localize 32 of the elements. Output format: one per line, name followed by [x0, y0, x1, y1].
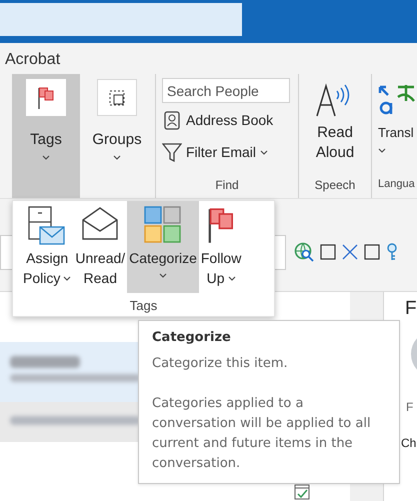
key-icon	[386, 243, 398, 261]
category-grid-icon	[144, 206, 182, 244]
menu-button[interactable]: Categorize	[127, 201, 199, 293]
blurred-text	[10, 356, 80, 368]
address-book-icon	[164, 110, 180, 130]
sender-text: F	[406, 400, 414, 414]
search-field[interactable]: Search People	[162, 78, 290, 103]
group-label: Tags	[128, 297, 158, 313]
tooltip-text: Categorize this item.	[152, 355, 289, 373]
message-subject: F	[405, 298, 417, 320]
checkbox-icon	[320, 244, 336, 260]
envelope-icon	[81, 206, 120, 240]
ribbon-tab[interactable]: Acrobat	[0, 43, 417, 74]
tooltip-title: Categorize	[152, 329, 232, 347]
filter-icon	[162, 142, 182, 162]
message-text: Ch	[401, 436, 417, 450]
search-box[interactable]	[0, 3, 242, 36]
checkbox-icon	[364, 244, 380, 260]
globe-search-icon	[294, 242, 314, 262]
translate-icon	[378, 83, 415, 117]
flag-icon	[36, 86, 56, 110]
ribbon-button[interactable]: Transl	[378, 74, 415, 178]
cabinet-envelope-icon	[27, 206, 68, 246]
ribbon-button[interactable]: Filter Email	[162, 137, 292, 167]
menu-button[interactable]: Follow Up	[198, 201, 244, 293]
tooltip-text: Categories applied to a conversation will be applied to all current and future items in the conversation.	[152, 395, 372, 473]
close-icon	[342, 244, 358, 260]
group-label: Find	[214, 178, 240, 194]
group-label: Speech	[314, 178, 356, 194]
ribbon-button[interactable]: Address Book	[162, 105, 292, 135]
group-label: Langua	[378, 178, 415, 192]
ribbon-button[interactable]: Read Aloud	[305, 74, 365, 178]
